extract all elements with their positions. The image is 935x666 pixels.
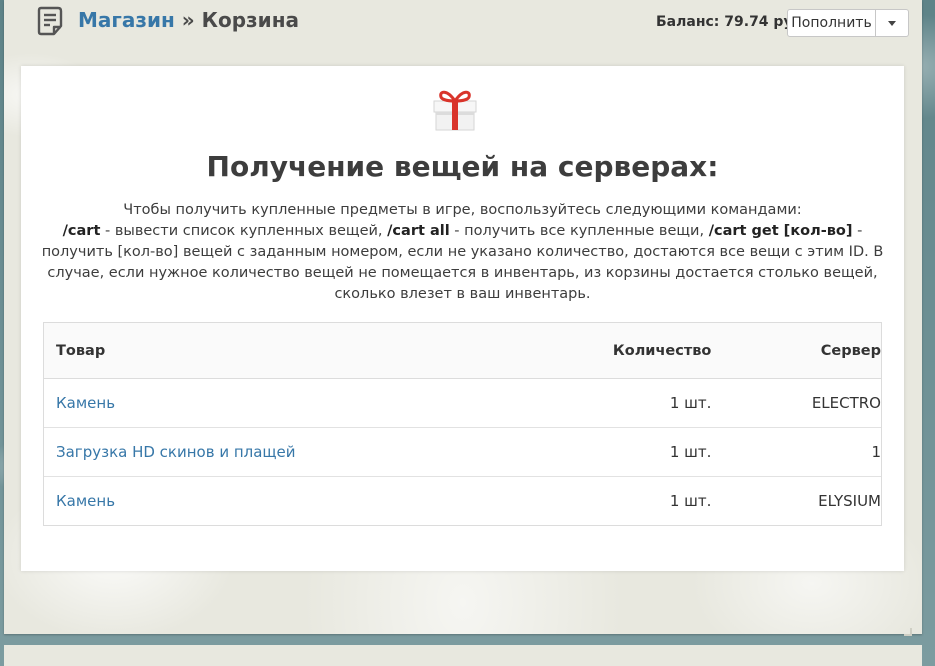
instructions-text: Чтобы получить купленные предметы в игре… xyxy=(41,200,884,305)
item-quantity: 1 шт. xyxy=(669,492,712,510)
page-container: Магазин » Корзина Баланс: 79.74 руб. Поп… xyxy=(4,0,922,636)
item-server: 1 xyxy=(871,443,881,461)
item-link[interactable]: Камень xyxy=(56,394,115,412)
topup-button-group: Пополнить xyxy=(787,9,909,37)
table-row: Камень 1 шт. ELYSIUM xyxy=(44,477,881,525)
column-header-quantity: Количество xyxy=(612,342,712,359)
caret-down-icon xyxy=(888,20,896,26)
cart-card: Получение вещей на серверах: Чтобы получ… xyxy=(21,66,904,571)
card-title: Получение вещей на серверах: xyxy=(206,150,719,183)
item-link[interactable]: Камень xyxy=(56,492,115,510)
breadcrumb-link-shop[interactable]: Магазин xyxy=(78,8,175,32)
item-quantity: 1 шт. xyxy=(669,443,712,461)
column-header-server: Сервер xyxy=(820,342,881,359)
breadcrumb-separator: » xyxy=(174,8,202,32)
command-cart: /cart xyxy=(62,223,101,239)
footer-bar xyxy=(4,645,922,666)
cart-table: Товар Количество Сервер Камень 1 шт. ELE… xyxy=(43,322,882,526)
topup-dropdown-button[interactable] xyxy=(876,9,909,37)
breadcrumb-current: Корзина xyxy=(201,8,300,32)
table-row: Загрузка HD скинов и плащей 1 шт. 1 xyxy=(44,428,881,477)
item-server: ELECTRO xyxy=(811,394,881,412)
page-header: Магазин » Корзина Баланс: 79.74 руб. Поп… xyxy=(4,0,922,52)
item-server: ELYSIUM xyxy=(818,492,881,510)
table-row: Камень 1 шт. ELECTRO xyxy=(44,379,881,428)
column-header-item: Товар xyxy=(56,342,106,359)
item-link[interactable]: Загрузка HD скинов и плащей xyxy=(56,443,296,461)
table-header: Товар Количество Сервер xyxy=(44,323,881,379)
command-cart-get: /cart get [кол-во] xyxy=(708,223,853,239)
topup-button[interactable]: Пополнить xyxy=(787,9,876,37)
command-cart-all-desc: - получить все купленные вещи, xyxy=(449,223,709,239)
breadcrumb: Магазин » Корзина xyxy=(78,8,299,32)
balance-label: Баланс: 79.74 руб. xyxy=(656,14,808,30)
item-quantity: 1 шт. xyxy=(669,394,712,412)
gift-icon xyxy=(433,90,477,131)
command-cart-desc: - вывести список купленных вещей, xyxy=(100,223,388,239)
command-cart-all: /cart all xyxy=(387,223,450,239)
document-icon xyxy=(37,6,63,36)
container-corner xyxy=(904,628,912,636)
instructions-intro: Чтобы получить купленные предметы в игре… xyxy=(123,202,802,218)
